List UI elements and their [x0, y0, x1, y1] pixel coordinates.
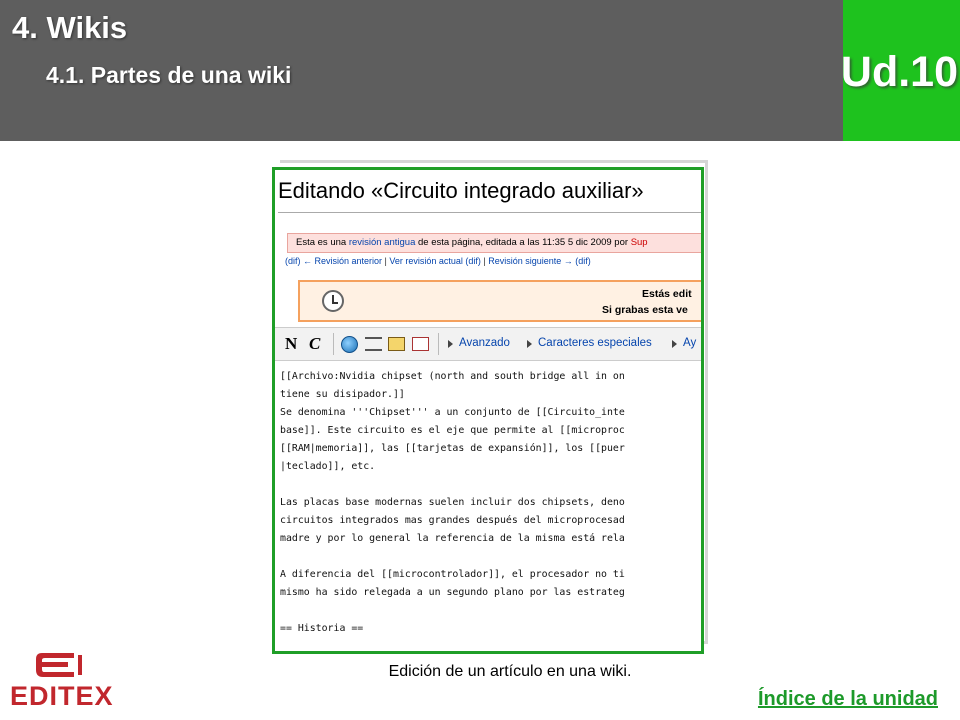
- revision-notice-suffix: de esta página, editada a las 11:35 5 di…: [415, 237, 631, 248]
- wikitext-line: Las placas base modernas suelen incluir …: [280, 497, 625, 508]
- expand-triangle-icon: [527, 340, 532, 348]
- unit-badge: Ud.10: [840, 0, 960, 141]
- logo-mark-icon: [36, 653, 82, 677]
- next-revision-link[interactable]: Revisión siguiente → (dif): [488, 256, 591, 266]
- wikitext-line: [[Archivo:Nvidia chipset (north and sout…: [280, 371, 625, 382]
- caption-text: Edición de un artículo en una wiki.: [388, 663, 632, 680]
- wikitext-line: [[RAM|memoria]], las [[tarjetas de expan…: [280, 443, 625, 454]
- link-globe-icon[interactable]: [341, 336, 358, 353]
- edit-warning-box: Estás edit Si grabas esta ve: [298, 280, 701, 322]
- wikitext-line: [280, 602, 625, 620]
- advanced-tab[interactable]: Avanzado: [459, 337, 510, 349]
- wikitext-line: madre y por lo general la referencia de …: [280, 533, 625, 544]
- frame-shadow-right: [705, 160, 708, 644]
- reference-book-icon[interactable]: [412, 337, 429, 351]
- edit-toolbar: N C Avanzado Caracteres especiales Ay: [275, 327, 701, 361]
- revision-user-link[interactable]: Sup: [631, 237, 648, 248]
- wikitext-line: tiene su disipador.]]: [280, 389, 405, 400]
- wikitext-editor[interactable]: [[Archivo:Nvidia chipset (north and sout…: [280, 368, 625, 638]
- old-revision-link[interactable]: revisión antigua: [349, 237, 416, 248]
- revision-notice-prefix: Esta es una: [296, 237, 349, 248]
- logo-text: EDITEX: [10, 681, 114, 711]
- embedded-file-icon[interactable]: [365, 337, 382, 351]
- unit-index-link[interactable]: Índice de la unidad: [758, 688, 938, 711]
- revision-notice: Esta es una revisión antigua de esta pág…: [287, 233, 701, 253]
- unit-label: Ud.10: [840, 48, 958, 96]
- section-title: 4. Wikis: [12, 10, 128, 45]
- title-divider: [278, 212, 701, 213]
- wikitext-line: A diferencia del [[microcontrolador]], e…: [280, 569, 625, 580]
- previous-revision-link[interactable]: (dif) ← Revisión anterior: [285, 256, 382, 266]
- wikitext-line: [280, 548, 625, 566]
- wikitext-line: circuitos integrados mas grandes después…: [280, 515, 625, 526]
- current-revision-link[interactable]: Ver revisión actual (dif): [389, 256, 481, 266]
- editex-logo: EDITEX: [10, 648, 130, 712]
- revision-navigation: (dif) ← Revisión anterior | Ver revisión…: [285, 256, 591, 266]
- header-bar: 4. Wikis 4.1. Partes de una wiki: [0, 0, 843, 141]
- wikitext-line: |teclado]], etc.: [280, 461, 376, 472]
- expand-triangle-icon: [448, 340, 453, 348]
- warning-line-2: Si grabas esta ve: [602, 304, 688, 316]
- wikitext-line: [280, 476, 625, 494]
- wikitext-line: base]]. Este circuito es el eje que perm…: [280, 425, 625, 436]
- wikitext-line: mismo ha sido relegada a un segundo plan…: [280, 587, 625, 598]
- image-icon[interactable]: [388, 337, 405, 351]
- warning-line-1: Estás edit: [642, 288, 692, 300]
- figure-caption: Edición de un artículo en una wiki.: [0, 663, 960, 681]
- section-subtitle: 4.1. Partes de una wiki: [46, 62, 292, 88]
- wiki-page-title: Editando «Circuito integrado auxiliar»: [278, 178, 644, 203]
- frame-shadow-top: [280, 160, 708, 163]
- toolbar-separator: [438, 333, 439, 355]
- clock-icon: [322, 290, 344, 312]
- toolbar-separator: [333, 333, 334, 355]
- wiki-screenshot-frame: Editando «Circuito integrado auxiliar» E…: [272, 167, 704, 654]
- help-tab[interactable]: Ay: [683, 337, 696, 349]
- special-characters-tab[interactable]: Caracteres especiales: [538, 337, 652, 349]
- bold-button[interactable]: N: [285, 334, 297, 354]
- italic-button[interactable]: C: [309, 334, 320, 354]
- expand-triangle-icon: [672, 340, 677, 348]
- wikitext-line: Se denomina '''Chipset''' a un conjunto …: [280, 407, 625, 418]
- wikitext-line: == Historia ==: [280, 623, 364, 634]
